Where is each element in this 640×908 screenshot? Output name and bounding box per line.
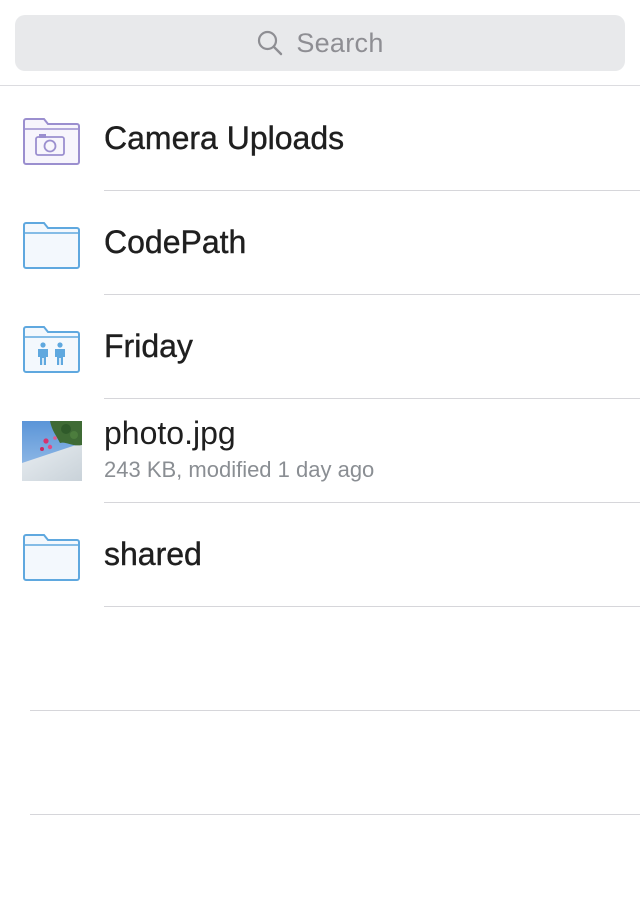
item-name: CodePath: [104, 224, 247, 260]
file-list: Camera Uploads CodePath Friday photo.jpg…: [0, 87, 640, 607]
list-item-friday[interactable]: Friday: [0, 295, 640, 399]
item-name: Camera Uploads: [104, 120, 345, 156]
folder-icon: [22, 217, 82, 271]
list-item-shared[interactable]: shared: [0, 503, 640, 607]
camera-folder-icon: [22, 113, 82, 167]
empty-row-divider: [30, 710, 640, 711]
list-item-photo-jpg[interactable]: photo.jpg 243 KB, modified 1 day ago: [0, 399, 640, 503]
item-name: Friday: [104, 328, 193, 364]
item-details: 243 KB, modified 1 day ago: [104, 457, 375, 482]
search-placeholder: Search: [296, 27, 384, 58]
list-item-camera-uploads[interactable]: Camera Uploads: [0, 87, 640, 191]
search-bar[interactable]: Search: [15, 15, 625, 71]
item-name: shared: [104, 536, 202, 572]
item-name: photo.jpg: [104, 415, 236, 451]
photo-thumbnail: [22, 421, 82, 481]
folder-icon: [22, 529, 82, 583]
search-icon: [256, 29, 284, 57]
list-item-codepath[interactable]: CodePath: [0, 191, 640, 295]
row-divider: [104, 606, 640, 607]
empty-row-divider: [30, 814, 640, 815]
search-section: Search: [0, 0, 640, 86]
shared-folder-icon: [22, 321, 82, 375]
